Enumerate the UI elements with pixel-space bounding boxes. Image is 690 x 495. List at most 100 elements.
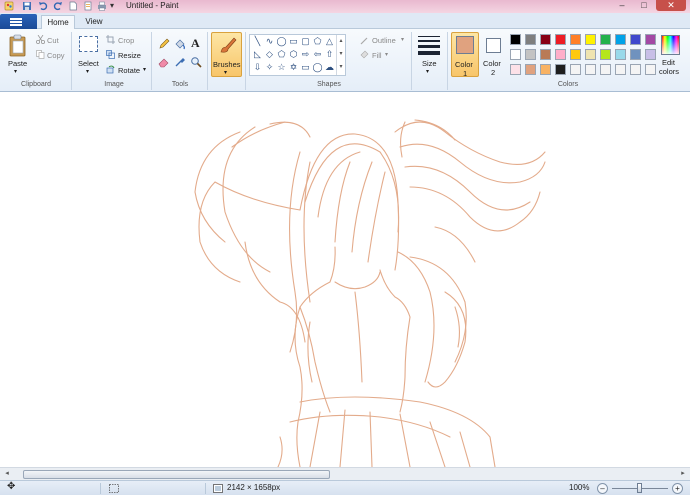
right-arrow-shape-icon[interactable]: ⇨ xyxy=(300,49,311,59)
redo-icon[interactable] xyxy=(53,1,63,11)
fill-button[interactable]: Fill xyxy=(372,51,382,60)
select-button[interactable]: Select xyxy=(78,59,99,68)
palette-swatch[interactable] xyxy=(525,49,536,60)
pencil-icon[interactable] xyxy=(158,38,170,50)
right-triangle-shape-icon[interactable]: ◺ xyxy=(252,49,263,59)
undo-icon[interactable] xyxy=(38,1,48,11)
six-point-star-shape-icon[interactable]: ✡ xyxy=(288,62,299,72)
rect-callout-shape-icon[interactable]: ▭ xyxy=(300,62,311,72)
paint-menu-button[interactable] xyxy=(0,14,37,29)
color1-button[interactable]: Color 1 xyxy=(451,32,479,78)
palette-swatch[interactable] xyxy=(600,34,611,45)
triangle-shape-icon[interactable]: △ xyxy=(324,36,335,46)
tab-view[interactable]: View xyxy=(79,15,109,29)
palette-swatch[interactable] xyxy=(555,64,566,75)
print-icon[interactable] xyxy=(97,1,107,11)
palette-swatch[interactable] xyxy=(585,34,596,45)
palette-swatch[interactable] xyxy=(600,64,611,75)
magnifier-icon[interactable] xyxy=(190,56,202,68)
zoom-out-button[interactable]: – xyxy=(597,483,608,494)
down-arrow-shape-icon[interactable]: ⇩ xyxy=(252,62,263,72)
save-icon[interactable] xyxy=(22,1,32,11)
eraser-icon[interactable] xyxy=(158,56,170,68)
palette-swatch[interactable] xyxy=(510,64,521,75)
brushes-button[interactable]: Brushes ▾ xyxy=(211,32,242,77)
fill-dropdown-arrow[interactable]: ▾ xyxy=(385,51,388,58)
drawing-canvas[interactable] xyxy=(0,92,690,467)
oval-callout-shape-icon[interactable]: ◯ xyxy=(312,62,323,72)
color2-button[interactable]: Color 2 xyxy=(481,32,507,77)
palette-swatch[interactable] xyxy=(570,34,581,45)
outline-dropdown-arrow[interactable]: ▾ xyxy=(401,36,404,43)
copy-button[interactable]: Copy xyxy=(47,51,65,60)
edit-colors-button[interactable]: Edit colors xyxy=(655,32,687,77)
sketch-stroke xyxy=(304,143,400,233)
minimize-button[interactable]: – xyxy=(612,0,632,11)
up-arrow-shape-icon[interactable]: ⇧ xyxy=(324,49,335,59)
select-dropdown-arrow[interactable]: ▾ xyxy=(86,68,89,75)
four-point-star-shape-icon[interactable]: ✧ xyxy=(264,62,275,72)
color-picker-icon[interactable] xyxy=(174,56,186,68)
scroll-left-arrow[interactable]: ◂ xyxy=(3,470,11,478)
palette-swatch[interactable] xyxy=(570,64,581,75)
tab-home[interactable]: Home xyxy=(41,15,75,29)
palette-swatch[interactable] xyxy=(525,64,536,75)
pentagon-shape-icon[interactable]: ⬠ xyxy=(276,49,287,59)
five-point-star-shape-icon[interactable]: ☆ xyxy=(276,62,287,72)
polygon-shape-icon[interactable]: ⬠ xyxy=(312,36,323,46)
zoom-slider-thumb[interactable] xyxy=(637,483,642,493)
zoom-in-button[interactable]: + xyxy=(672,483,683,494)
cut-button[interactable]: Cut xyxy=(47,36,59,45)
size-button[interactable]: Size ▾ xyxy=(415,32,444,77)
palette-swatch[interactable] xyxy=(510,49,521,60)
palette-swatch[interactable] xyxy=(525,34,536,45)
palette-swatch[interactable] xyxy=(540,64,551,75)
rotate-dropdown-arrow[interactable]: ▾ xyxy=(143,66,146,73)
select-icon[interactable] xyxy=(79,36,98,52)
palette-swatch[interactable] xyxy=(540,34,551,45)
fill-bucket-icon[interactable] xyxy=(174,38,186,50)
palette-swatch[interactable] xyxy=(630,49,641,60)
close-button[interactable]: ✕ xyxy=(656,0,686,11)
palette-swatch[interactable] xyxy=(540,49,551,60)
rotate-button[interactable]: Rotate xyxy=(118,66,140,75)
palette-swatch[interactable] xyxy=(570,49,581,60)
maximize-button[interactable]: □ xyxy=(634,0,654,11)
line-shape-icon[interactable]: ╲ xyxy=(252,36,263,46)
palette-swatch[interactable] xyxy=(585,49,596,60)
curve-shape-icon[interactable]: ∿ xyxy=(264,36,275,46)
palette-swatch[interactable] xyxy=(600,49,611,60)
palette-swatch[interactable] xyxy=(630,34,641,45)
palette-swatch[interactable] xyxy=(585,64,596,75)
diamond-shape-icon[interactable]: ◇ xyxy=(264,49,275,59)
outline-button[interactable]: Outline xyxy=(372,36,396,45)
rounded-rectangle-shape-icon[interactable]: ▢ xyxy=(300,36,311,46)
scroll-thumb[interactable] xyxy=(23,470,330,479)
shapes-scroll[interactable]: ▴ ▾ ▾ xyxy=(336,35,345,75)
paste-icon[interactable] xyxy=(8,34,28,58)
paint-app-icon[interactable] xyxy=(4,1,14,11)
horizontal-scrollbar[interactable]: ◂ ▸ xyxy=(0,467,690,480)
paste-button[interactable]: Paste xyxy=(8,59,27,68)
crop-button[interactable]: Crop xyxy=(118,36,134,45)
text-tool-icon[interactable]: A xyxy=(191,36,200,51)
palette-swatch[interactable] xyxy=(615,64,626,75)
palette-swatch[interactable] xyxy=(555,34,566,45)
properties-icon[interactable] xyxy=(83,1,93,11)
resize-button[interactable]: Resize xyxy=(118,51,141,60)
palette-swatch[interactable] xyxy=(615,34,626,45)
cloud-callout-shape-icon[interactable]: ☁ xyxy=(324,62,335,72)
palette-swatch[interactable] xyxy=(555,49,566,60)
palette-swatch[interactable] xyxy=(510,34,521,45)
left-arrow-shape-icon[interactable]: ⇦ xyxy=(312,49,323,59)
scroll-right-arrow[interactable]: ▸ xyxy=(679,470,687,478)
customize-toolbar-icon[interactable]: ▾ xyxy=(110,1,114,10)
paste-dropdown-arrow[interactable]: ▾ xyxy=(14,68,17,75)
hexagon-shape-icon[interactable]: ⬡ xyxy=(288,49,299,59)
rectangle-shape-icon[interactable]: ▭ xyxy=(288,36,299,46)
palette-swatch[interactable] xyxy=(615,49,626,60)
oval-shape-icon[interactable]: ◯ xyxy=(276,36,287,46)
new-file-icon[interactable] xyxy=(68,1,78,11)
palette-swatch[interactable] xyxy=(630,64,641,75)
canvas-area[interactable] xyxy=(0,92,690,467)
